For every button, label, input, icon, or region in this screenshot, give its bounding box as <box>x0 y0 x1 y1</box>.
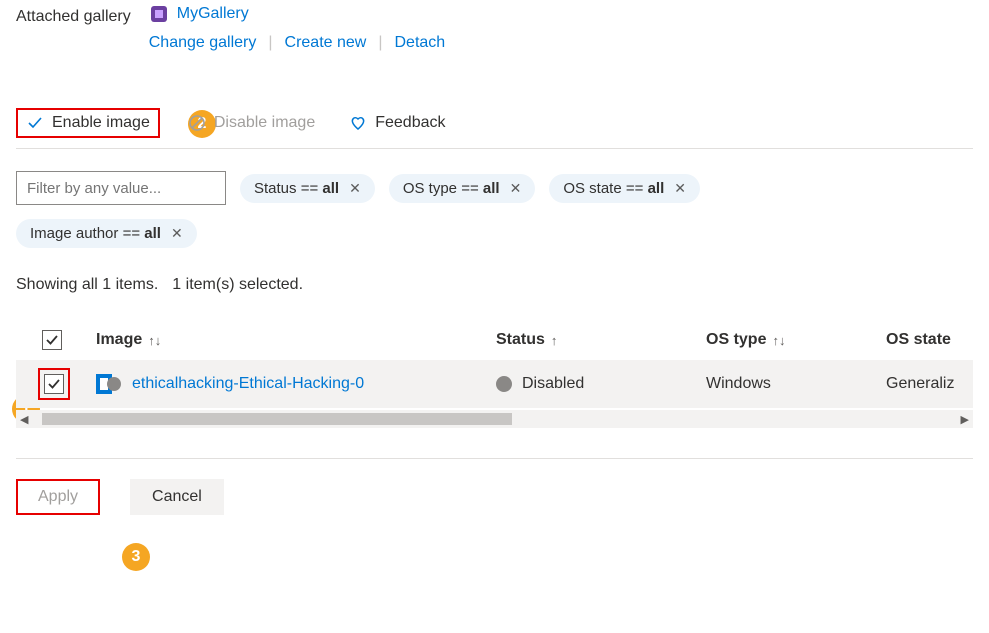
scroll-right-arrow-icon[interactable]: ▶ <box>961 413 969 426</box>
prohibit-icon <box>188 114 206 132</box>
disable-image-label: Disable image <box>214 114 315 132</box>
image-name-link[interactable]: ethicalhacking-Ethical-Hacking-0 <box>132 375 364 393</box>
callout-step-3: 3 <box>122 543 150 571</box>
select-all-checkbox[interactable] <box>42 330 62 350</box>
disable-image-button: Disable image <box>182 110 321 136</box>
sort-asc-icon: ↑ <box>551 333 558 348</box>
detach-link[interactable]: Detach <box>395 34 446 52</box>
horizontal-scrollbar[interactable]: ◀ ▶ <box>16 410 973 428</box>
feedback-label: Feedback <box>375 114 445 132</box>
cancel-button[interactable]: Cancel <box>130 479 224 515</box>
close-icon[interactable]: ✕ <box>510 180 522 197</box>
filter-pill-image-author[interactable]: Image author == all ✕ <box>16 219 197 248</box>
filter-pill-os-type[interactable]: OS type == all ✕ <box>389 174 536 203</box>
os-type-cell: Windows <box>706 375 886 393</box>
enable-image-label: Enable image <box>52 114 150 132</box>
row-checkbox[interactable] <box>44 374 64 394</box>
showing-count: Showing all 1 items. <box>16 276 158 294</box>
heart-icon <box>349 114 367 132</box>
status-text: Disabled <box>522 375 584 393</box>
check-icon <box>26 114 44 132</box>
scrollbar-thumb[interactable] <box>42 413 512 425</box>
selected-count: 1 item(s) selected. <box>172 276 303 294</box>
vm-image-icon <box>96 371 122 397</box>
change-gallery-link[interactable]: Change gallery <box>149 34 257 52</box>
close-icon[interactable]: ✕ <box>349 180 361 197</box>
gallery-link[interactable]: MyGallery <box>149 4 445 24</box>
close-icon[interactable]: ✕ <box>171 225 183 242</box>
apply-button[interactable]: Apply <box>16 479 100 515</box>
filter-pill-os-state[interactable]: OS state == all ✕ <box>549 174 700 203</box>
scroll-left-arrow-icon[interactable]: ◀ <box>20 413 28 426</box>
column-status[interactable]: Status↑ <box>496 331 706 349</box>
attached-gallery-label: Attached gallery <box>16 4 131 26</box>
table-header: Image↑↓ Status↑ OS type↑↓ OS state <box>16 320 973 360</box>
column-image[interactable]: Image↑↓ <box>96 331 496 349</box>
filter-pill-status[interactable]: Status == all ✕ <box>240 174 375 203</box>
feedback-button[interactable]: Feedback <box>343 110 451 136</box>
status-dot-icon <box>496 376 512 392</box>
column-os-state[interactable]: OS state <box>886 331 973 349</box>
column-os-type[interactable]: OS type↑↓ <box>706 331 886 349</box>
os-state-cell: Generaliz <box>886 375 973 393</box>
gallery-icon <box>149 4 169 24</box>
sort-icon: ↑↓ <box>772 333 785 348</box>
sort-icon: ↑↓ <box>148 333 161 348</box>
table-row[interactable]: ethicalhacking-Ethical-Hacking-0 Disable… <box>16 360 973 408</box>
gallery-name: MyGallery <box>177 5 249 23</box>
enable-image-button[interactable]: Enable image <box>16 108 160 138</box>
create-new-link[interactable]: Create new <box>285 34 367 52</box>
filter-input[interactable] <box>16 171 226 205</box>
close-icon[interactable]: ✕ <box>674 180 686 197</box>
